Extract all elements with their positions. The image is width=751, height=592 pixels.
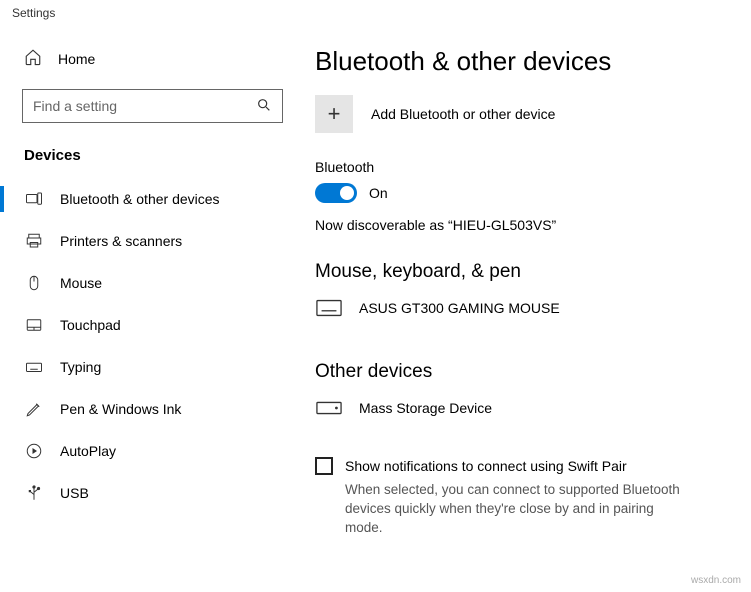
device-name: ASUS GT300 GAMING MOUSE <box>359 300 560 316</box>
nav-label: Mouse <box>60 275 102 291</box>
bluetooth-label: Bluetooth <box>315 159 723 175</box>
add-device-button[interactable]: + Add Bluetooth or other device <box>315 95 723 133</box>
device-row[interactable]: Mass Storage Device <box>315 395 723 445</box>
home-label: Home <box>58 51 95 67</box>
nav-label: Printers & scanners <box>60 233 182 249</box>
group-mouse-keyboard-pen-title: Mouse, keyboard, & pen <box>315 261 723 283</box>
discoverable-text: Now discoverable as “HIEU-GL503VS” <box>315 217 723 233</box>
keyboard-device-icon <box>315 299 343 317</box>
swift-pair-checkbox[interactable] <box>315 457 333 475</box>
watermark: wsxdn.com <box>691 575 741 586</box>
keyboard-icon <box>24 358 44 376</box>
bluetooth-state: On <box>369 185 388 201</box>
device-row[interactable]: ASUS GT300 GAMING MOUSE <box>315 295 723 345</box>
swift-pair-label: Show notifications to connect using Swif… <box>345 458 627 474</box>
autoplay-icon <box>24 442 44 460</box>
touchpad-icon <box>24 316 44 334</box>
sidebar-item-pen[interactable]: Pen & Windows Ink <box>0 388 305 430</box>
sidebar-item-autoplay[interactable]: AutoPlay <box>0 430 305 472</box>
usb-icon <box>24 484 44 502</box>
nav-label: Typing <box>60 359 101 375</box>
nav-label: USB <box>60 485 89 501</box>
add-device-label: Add Bluetooth or other device <box>371 106 555 122</box>
device-name: Mass Storage Device <box>359 400 492 416</box>
nav-label: AutoPlay <box>60 443 116 459</box>
sidebar: Home Devices Bluetooth & other devices P… <box>0 26 305 590</box>
sidebar-item-bluetooth[interactable]: Bluetooth & other devices <box>0 178 305 220</box>
sidebar-item-typing[interactable]: Typing <box>0 346 305 388</box>
sidebar-item-home[interactable]: Home <box>0 38 305 79</box>
swift-pair-hint: When selected, you can connect to suppor… <box>315 481 685 538</box>
sidebar-item-printers[interactable]: Printers & scanners <box>0 220 305 262</box>
page-title: Bluetooth & other devices <box>315 46 723 77</box>
search-box[interactable] <box>22 89 283 123</box>
nav-label: Bluetooth & other devices <box>60 191 220 207</box>
search-input[interactable] <box>33 98 256 114</box>
content-panel: Bluetooth & other devices + Add Bluetoot… <box>305 26 751 590</box>
sidebar-item-mouse[interactable]: Mouse <box>0 262 305 304</box>
plus-icon: + <box>315 95 353 133</box>
nav-label: Touchpad <box>60 317 121 333</box>
sidebar-item-touchpad[interactable]: Touchpad <box>0 304 305 346</box>
devices-icon <box>24 190 44 208</box>
group-other-devices-title: Other devices <box>315 361 723 383</box>
sidebar-item-usb[interactable]: USB <box>0 472 305 514</box>
bluetooth-toggle[interactable] <box>315 183 357 203</box>
mouse-icon <box>24 274 44 292</box>
home-icon <box>24 48 42 69</box>
sidebar-section-header: Devices <box>0 137 305 178</box>
nav-label: Pen & Windows Ink <box>60 401 181 417</box>
search-icon <box>256 97 272 116</box>
window-title: Settings <box>0 0 751 26</box>
printer-icon <box>24 232 44 250</box>
storage-device-icon <box>315 399 343 417</box>
pen-icon <box>24 400 44 418</box>
